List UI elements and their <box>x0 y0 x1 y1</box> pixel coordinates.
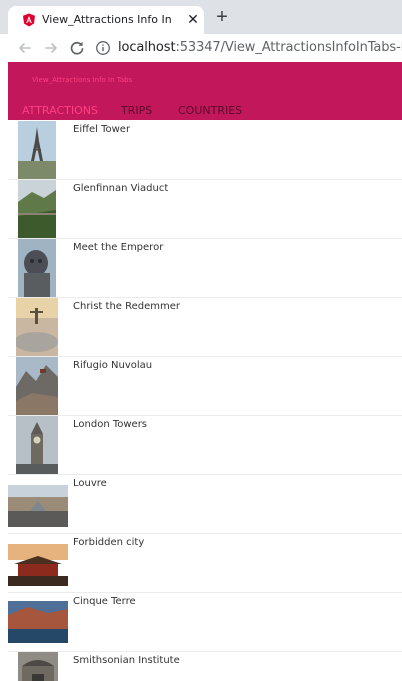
attraction-name: Rifugio Nuvolau <box>73 360 153 371</box>
attraction-name: Louvre <box>73 478 107 489</box>
arrow-left-icon[interactable] <box>14 37 36 59</box>
attraction-name: Cinque Terre <box>73 596 136 607</box>
app-title: View_Attractions Info In Tabs <box>32 76 133 84</box>
address-bar[interactable]: localhost:53347/View_AttractionsInfoInTa… <box>118 40 402 55</box>
list-item[interactable]: Meet the Emperor <box>8 239 402 298</box>
app-header: View_Attractions Info In Tabs ATTRACTION… <box>8 62 402 120</box>
tab-trips[interactable]: TRIPS <box>121 104 152 117</box>
browser-tab-title: View_Attractions Info In Tabs <box>42 13 172 26</box>
attractions-list: Eiffel Tower Glenfinnan Viaduct Meet the… <box>8 121 402 681</box>
tab-attractions[interactable]: ATTRACTIONS <box>22 104 98 117</box>
url-path: :53347/View_AttractionsInfoInTabs-Level_… <box>175 40 402 55</box>
arrow-right-icon[interactable] <box>40 37 62 59</box>
new-tab-icon[interactable]: + <box>212 7 232 28</box>
attraction-name: Christ the Redemmer <box>73 301 181 312</box>
attraction-name: London Towers <box>73 419 148 430</box>
attraction-name: Smithsonian Institute <box>73 655 180 666</box>
attraction-image <box>8 475 68 533</box>
browser-tab[interactable]: View_Attractions Info In Tabs ✕ <box>8 6 204 34</box>
attraction-image <box>16 298 58 356</box>
attraction-image <box>8 593 68 651</box>
angular-shield-icon <box>23 13 35 27</box>
reload-icon[interactable] <box>66 37 88 59</box>
attraction-image <box>16 416 58 474</box>
info-icon[interactable] <box>95 40 111 56</box>
attraction-image <box>18 652 58 681</box>
url-host: localhost <box>118 40 176 55</box>
attraction-name: Glenfinnan Viaduct <box>73 183 169 194</box>
close-icon[interactable]: ✕ <box>184 10 202 28</box>
list-item[interactable]: Eiffel Tower <box>8 121 402 180</box>
attraction-image <box>16 357 58 415</box>
browser-tabstrip: View_Attractions Info In Tabs ✕ + <box>0 0 402 34</box>
attraction-name: Meet the Emperor <box>73 242 164 253</box>
attraction-name: Forbidden city <box>73 537 145 548</box>
list-item[interactable]: London Towers <box>8 416 402 475</box>
list-item[interactable]: Cinque Terre <box>8 593 402 652</box>
attraction-image <box>18 239 56 297</box>
attraction-image <box>8 534 68 592</box>
list-item[interactable]: Louvre <box>8 475 402 534</box>
list-item[interactable]: Smithsonian Institute <box>8 652 402 681</box>
attraction-image <box>18 121 56 179</box>
browser-toolbar: localhost:53347/View_AttractionsInfoInTa… <box>0 34 402 62</box>
attraction-name: Eiffel Tower <box>73 124 131 135</box>
list-item[interactable]: Christ the Redemmer <box>8 298 402 357</box>
list-item[interactable]: Rifugio Nuvolau <box>8 357 402 416</box>
list-item[interactable]: Glenfinnan Viaduct <box>8 180 402 239</box>
tab-countries[interactable]: COUNTRIES <box>178 104 242 117</box>
attraction-image <box>18 180 56 238</box>
list-item[interactable]: Forbidden city <box>8 534 402 593</box>
